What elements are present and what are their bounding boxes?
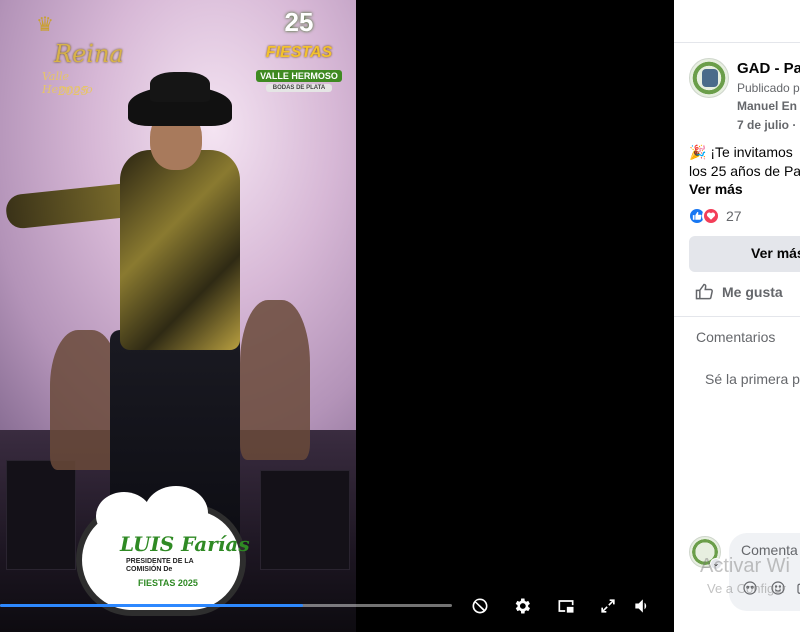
fiestas-logo-number: 25 — [284, 7, 314, 37]
settings-gear-icon[interactable] — [508, 592, 536, 620]
page-avatar[interactable] — [689, 58, 729, 98]
fiestas-logo-word: FIESTAS — [265, 44, 333, 61]
author-link[interactable]: Manuel En — [737, 99, 797, 113]
thumbs-up-icon — [695, 283, 713, 300]
see-more-link[interactable]: Ver más — [689, 181, 743, 197]
sponsor-year: FIESTAS 2025 — [138, 578, 198, 588]
sponsor-role: PRESIDENTE DE LA COMISIÓN De — [126, 558, 194, 573]
camera-icon[interactable] — [795, 579, 800, 597]
published-by-text: Publicado p — [737, 81, 800, 95]
sponsor-name: LUIS Farías — [120, 532, 250, 556]
reactions-summary[interactable]: 27 — [688, 207, 742, 225]
page-name-link[interactable]: GAD - Pa — [737, 60, 800, 77]
activation-watermark-title: Activar Wi — [700, 555, 790, 577]
post-text: 🎉 ¡Te invitamos los 25 años de Pa — [689, 143, 800, 181]
reina-logo-year: 2025 — [58, 84, 89, 98]
activation-watermark-subtitle: Ve a Configur — [707, 581, 786, 596]
reina-logo-title: Reina — [54, 40, 124, 68]
fiestas-logo-place: VALLE HERMOSO — [256, 70, 342, 82]
guitarist-right — [240, 300, 310, 460]
root: ♛ Reina Valle Hermoso 2025 25 FIESTAS VA… — [0, 0, 800, 632]
progress-bar[interactable] — [0, 604, 452, 607]
video-player[interactable]: ♛ Reina Valle Hermoso 2025 25 FIESTAS VA… — [0, 0, 674, 632]
divider — [674, 316, 800, 317]
video-frame[interactable]: ♛ Reina Valle Hermoso 2025 25 FIESTAS VA… — [0, 0, 356, 632]
like-button-label: Me gusta — [722, 284, 783, 300]
fiestas-logo-tagline: BODAS DE PLATA — [266, 84, 332, 92]
speaker-left — [6, 460, 76, 570]
post-text-line: los 25 años de Pa — [689, 163, 800, 179]
fullscreen-icon[interactable] — [594, 592, 622, 620]
video-controls — [0, 590, 674, 626]
like-button[interactable]: Me gusta — [694, 282, 783, 302]
post-text-line: 🎉 ¡Te invitamos — [689, 144, 793, 160]
fiestas-logo: 25 FIESTAS VALLE HERMOSO BODAS DE PLATA — [256, 8, 342, 104]
singer-jacket — [120, 150, 240, 350]
crown-icon: ♛ — [36, 14, 54, 36]
picture-in-picture-icon[interactable] — [552, 592, 580, 620]
see-more-button[interactable]: Ver más — [689, 236, 800, 272]
post-side-panel: GAD - Pa Publicado p Manuel En 7 de juli… — [674, 0, 800, 632]
speaker-right — [260, 470, 350, 570]
post-date-link[interactable]: 7 de julio · — [737, 118, 796, 132]
cowboy-hat-crown — [150, 72, 210, 102]
reaction-count: 27 — [726, 208, 742, 224]
caption-off-icon[interactable] — [466, 592, 494, 620]
divider — [674, 42, 800, 43]
empty-comments-text: Sé la primera p — [705, 371, 800, 387]
progress-bar-fill — [0, 604, 303, 607]
comments-heading: Comentarios — [696, 329, 776, 345]
reina-logo: ♛ Reina Valle Hermoso 2025 — [20, 12, 124, 100]
volume-icon[interactable] — [628, 592, 656, 620]
love-reaction-icon — [702, 207, 720, 225]
